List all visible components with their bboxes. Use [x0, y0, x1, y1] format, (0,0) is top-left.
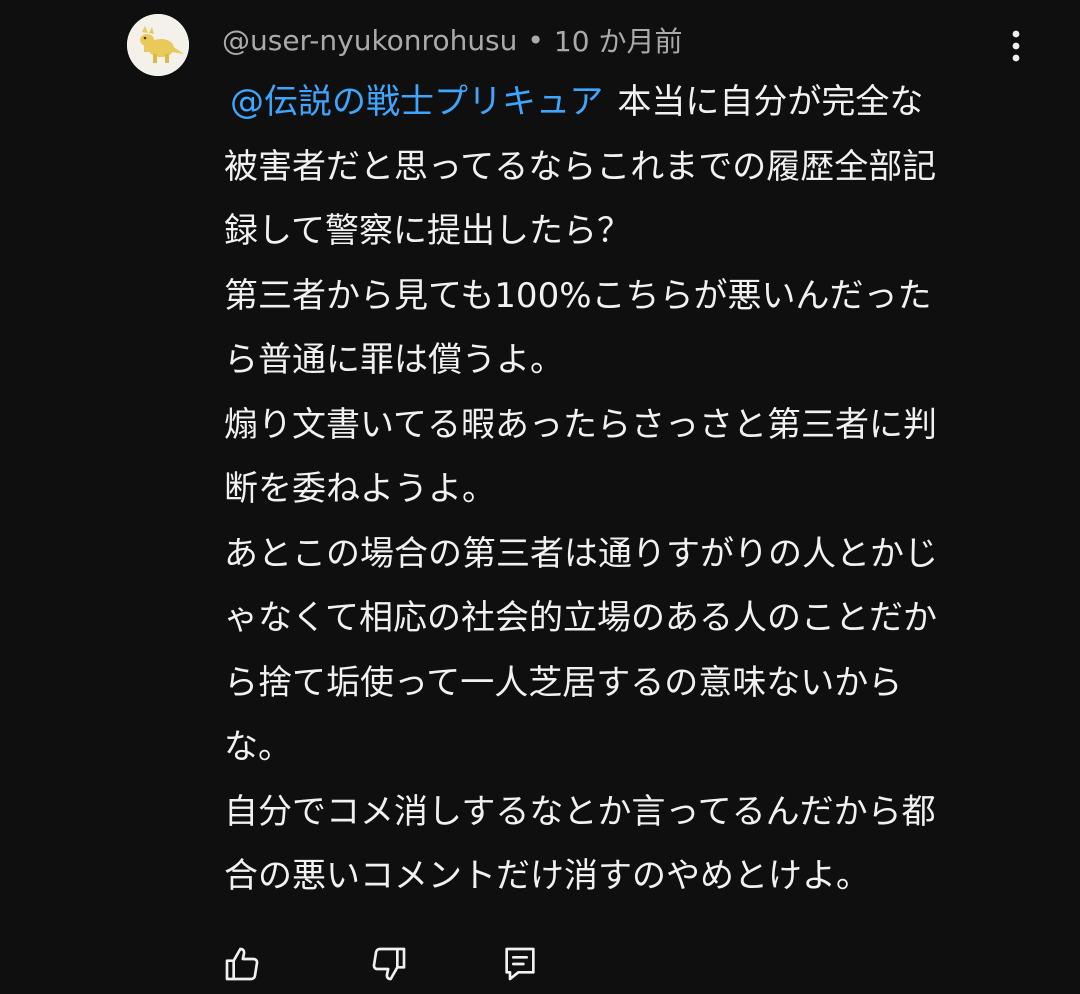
comment-timestamp[interactable]: 10 か月前: [554, 20, 683, 60]
comment-line: 断を委ねようよ。: [224, 469, 496, 509]
comment-line: 合の悪いコメントだけ消すのやめとけよ。: [224, 856, 870, 896]
avatar[interactable]: [127, 14, 189, 76]
comment-line: な。: [224, 727, 292, 767]
reply-comment-icon: [505, 947, 535, 981]
more-actions-button[interactable]: [996, 24, 1036, 68]
dislike-button[interactable]: [367, 942, 411, 986]
comment-line: ゃなくて相応の社会的立場のある人のことだか: [224, 598, 937, 638]
comment-line: @伝説の戦士プリキュア 本当に自分が完全な: [224, 70, 1024, 135]
comment-line: ら捨て垢使って一人芝居するの意味ないから: [224, 662, 903, 703]
reply-button[interactable]: [498, 942, 542, 986]
comment-line: ら普通に罪は償うよ。: [224, 340, 564, 380]
thumbs-down-icon: [372, 947, 406, 981]
comment-line: 録して警察に提出したら？: [224, 211, 631, 251]
mention-link[interactable]: @伝説の戦士プリキュア: [230, 82, 603, 122]
comment-line: あとこの場合の第三者は通りすがりの人とかじ: [224, 533, 938, 574]
comment-author[interactable]: @user-nyukonrohusu: [222, 24, 517, 57]
thumbs-up-icon: [225, 947, 259, 981]
comment-line-text: 本当に自分が完全な: [617, 82, 924, 122]
comment-line: 煽り文書いてる暇あったらさっさと第三者に判: [224, 404, 937, 445]
comment-line: 第三者から見ても100%こちらが悪いんだった: [224, 275, 932, 316]
comment-body: @伝説の戦士プリキュア 本当に自分が完全な 被害者だと思ってるならこれまでの履歴全…: [224, 70, 1024, 909]
meta-separator: •: [527, 23, 544, 57]
more-vertical-icon: [1012, 30, 1020, 62]
dinosaur-avatar-icon: [127, 14, 189, 76]
comment-actions: [0, 942, 1080, 986]
comment-header: @user-nyukonrohusu • 10 か月前: [222, 20, 682, 60]
like-button[interactable]: [220, 942, 264, 986]
comment-line: 被害者だと思ってるならこれまでの履歴全部記: [224, 146, 937, 187]
comment-line: 自分でコメ消しするなとか言ってるんだから都: [224, 791, 936, 832]
